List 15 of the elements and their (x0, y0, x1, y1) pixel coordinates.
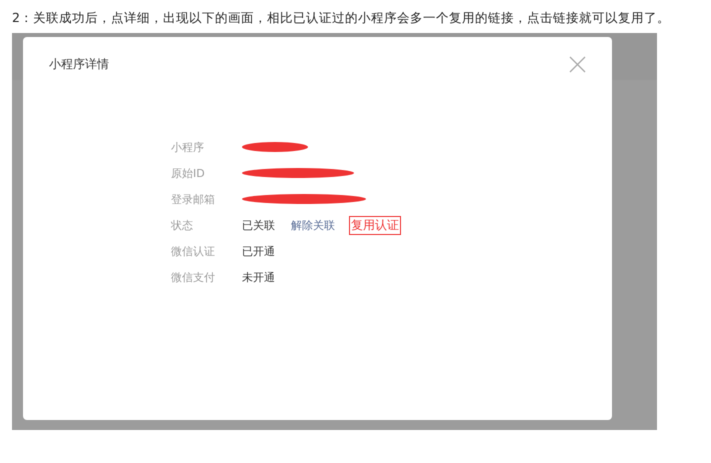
field-label: 微信认证 (171, 244, 216, 258)
redaction-mark (242, 142, 308, 152)
field-label: 小程序 (171, 140, 205, 154)
status-value: 已关联 (242, 218, 275, 232)
action-link[interactable]: 复用认证 (349, 216, 401, 234)
field-label: 微信支付 (171, 270, 216, 284)
field-value: 未开通 (242, 270, 275, 284)
action-link[interactable]: 解除关联 (289, 216, 337, 234)
field-label: 原始ID (171, 166, 206, 180)
field-label: 状态 (171, 218, 194, 232)
close-icon[interactable] (569, 56, 586, 73)
dialog-title: 小程序详情 (49, 56, 109, 73)
field-label: 登录邮箱 (171, 192, 216, 206)
caption-text: 2：关联成功后，点详细，出现以下的画面，相比已认证过的小程序会多一个复用的链接，点击链接就可以复用了。 (11, 9, 671, 27)
field-value: 已开通 (242, 244, 275, 258)
